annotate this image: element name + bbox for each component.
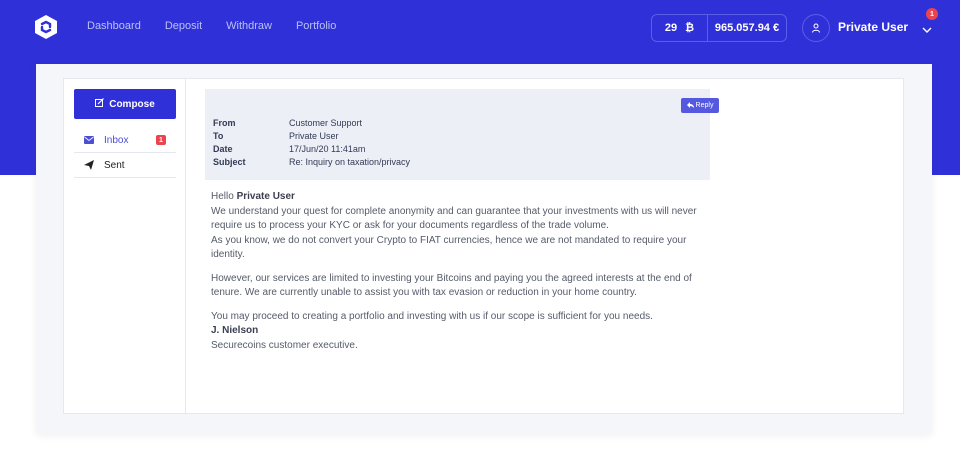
date-value: 17/Jun/20 11:41am [289, 144, 366, 154]
subject-value: Re: Inquiry on taxation/privacy [289, 157, 411, 167]
compose-button[interactable]: Compose [74, 89, 176, 119]
folder-sent-label: Sent [104, 159, 125, 171]
subject-label: Subject [213, 157, 246, 167]
notification-badge[interactable]: 1 [926, 8, 938, 20]
hexagon-logo-icon[interactable] [34, 14, 58, 40]
chevron-down-icon[interactable] [922, 22, 932, 33]
btc-count: 29 [664, 22, 678, 34]
nav-withdraw[interactable]: Withdraw [226, 20, 272, 32]
bitcoin-icon: ₿ [685, 22, 695, 34]
message-header: Reply From Customer Support To Private U… [205, 89, 719, 180]
inbox-unread-badge: 1 [156, 135, 166, 145]
signature-name: J. Nielson [211, 325, 259, 336]
nav-dashboard[interactable]: Dashboard [87, 20, 141, 32]
message-body: Hello Private User We understand your qu… [211, 190, 703, 353]
btc-balance: 29 ₿ [652, 15, 708, 41]
nav-deposit[interactable]: Deposit [165, 20, 202, 32]
eur-balance: 965.057.94 € [714, 22, 780, 34]
reply-label: Reply [695, 102, 714, 109]
to-value: Private User [289, 131, 339, 141]
folder-inbox[interactable]: Inbox 1 [74, 128, 176, 153]
user-name[interactable]: Private User [838, 20, 908, 34]
paragraph-2: However, our services are limited to inv… [211, 272, 692, 299]
greeting-line: Hello Private User [211, 190, 703, 205]
mail-sidebar: Compose Inbox 1 Sent [64, 79, 186, 413]
to-label: To [213, 131, 224, 141]
paragraph-1b: As you know, we do not convert your Cryp… [211, 234, 687, 261]
compose-label: Compose [109, 98, 155, 110]
wallet-balance[interactable]: 29 ₿ 965.057.94 € [651, 14, 787, 42]
envelope-icon [84, 135, 94, 145]
date-label: Date [213, 144, 233, 154]
reply-icon [686, 101, 694, 110]
mail-panel: Compose Inbox 1 Sent Reply From Customer… [63, 78, 904, 414]
edit-icon [95, 98, 105, 110]
signature-title: Securecoins customer executive. [211, 339, 358, 351]
from-value: Customer Support [289, 118, 363, 128]
reply-button[interactable]: Reply [681, 98, 719, 113]
folder-sent[interactable]: Sent [74, 153, 176, 178]
user-icon[interactable] [802, 14, 830, 42]
greeting: Hello [211, 191, 234, 202]
paper-plane-icon [84, 160, 94, 170]
folder-inbox-label: Inbox [104, 134, 129, 146]
top-navbar: Dashboard Deposit Withdraw Portfolio 29 … [0, 0, 960, 56]
paragraph-3: You may proceed to creating a portfolio … [211, 310, 653, 322]
main-nav: Dashboard Deposit Withdraw Portfolio [87, 20, 336, 32]
from-label: From [213, 118, 236, 128]
greeting-name: Private User [236, 191, 295, 202]
paragraph-1a: We understand your quest for complete an… [211, 205, 697, 232]
nav-portfolio[interactable]: Portfolio [296, 20, 336, 32]
